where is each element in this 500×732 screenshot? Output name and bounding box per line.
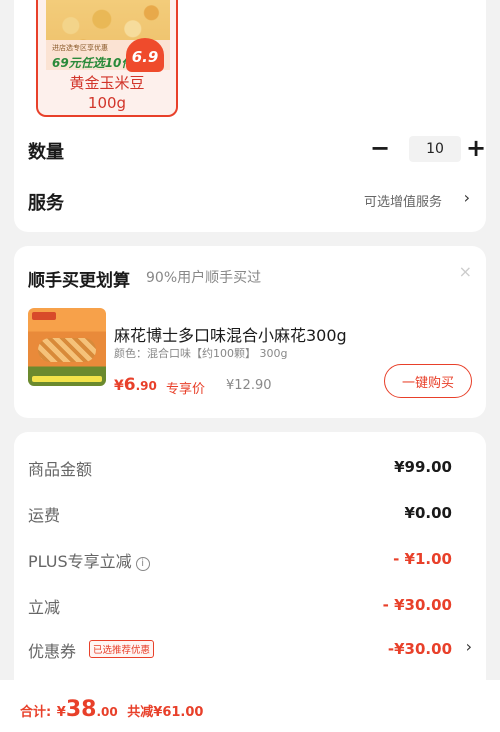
price-integer: 6 xyxy=(123,375,136,395)
recommend-price: ¥6.90 xyxy=(114,375,157,395)
total-saved: 共减¥61.00 xyxy=(127,705,204,720)
shipping-value: ¥0.00 xyxy=(404,504,452,522)
exclusive-price-tag: 专享价 xyxy=(166,382,206,397)
instant-discount-label: 立减 xyxy=(28,598,61,617)
promo-strip-shape xyxy=(32,376,102,382)
service-value[interactable]: 可选增值服务 xyxy=(364,191,442,210)
close-icon[interactable]: × xyxy=(459,262,472,281)
recommend-product-spec: 颜色：混合口味【约100颗】 300g xyxy=(114,347,288,360)
price-breakdown-card: 商品金额 ¥99.00 运费 ¥0.00 PLUS专享立减 i - ¥1.00 立… xyxy=(14,432,486,692)
recommend-product-image[interactable] xyxy=(28,308,106,386)
promo-price-badge: 6.9 xyxy=(126,38,164,72)
promo-deal-text: 69元任选10件 xyxy=(52,56,134,70)
subtotal-value: ¥99.00 xyxy=(394,458,452,476)
original-price: ¥12.90 xyxy=(226,378,272,393)
recommend-subtitle: 90%用户顺手买过 xyxy=(146,270,262,286)
promo-small-text: 进店选专区享优惠 xyxy=(52,44,108,52)
instant-discount-value: - ¥30.00 xyxy=(382,596,452,614)
shipping-label: 运费 xyxy=(28,506,61,525)
product-weight: 100g xyxy=(87,94,127,112)
product-thumbnail[interactable]: 进店选专区享优惠 69元任选10件 6.9 黄金玉米豆 100g xyxy=(36,0,178,117)
order-total: 合计: ¥38.00 共减¥61.00 xyxy=(20,697,203,722)
quantity-input[interactable] xyxy=(409,136,461,162)
product-name: 黄金玉米豆 xyxy=(69,74,145,92)
total-decimal: .00 xyxy=(96,705,118,719)
coupon-chevron-icon[interactable]: › xyxy=(466,637,472,656)
recommend-card: 顺手买更划算 90%用户顺手买过 × 麻花博士多口味混合小麻花300g 颜色：混… xyxy=(14,246,486,418)
service-label: 服务 xyxy=(28,193,64,214)
total-integer: 38 xyxy=(65,697,97,722)
total-label: 合计: xyxy=(20,705,52,720)
subtotal-label: 商品金额 xyxy=(28,460,93,479)
price-decimal: .90 xyxy=(135,379,157,393)
order-item-card: 进店选专区享优惠 69元任选10件 6.9 黄金玉米豆 100g 数量 − + … xyxy=(14,0,486,232)
quantity-increase-button[interactable]: + xyxy=(465,134,487,164)
bottom-total-bar: 合计: ¥38.00 共减¥61.00 xyxy=(0,680,500,732)
info-icon[interactable]: i xyxy=(135,557,150,571)
recommend-product-name[interactable]: 麻花博士多口味混合小麻花300g xyxy=(114,322,347,346)
plus-discount-label: PLUS专享立减 i xyxy=(28,548,150,572)
coupon-label[interactable]: 优惠券 xyxy=(28,638,76,662)
plus-discount-text: PLUS专享立减 xyxy=(28,552,132,571)
price-symbol: ¥ xyxy=(114,378,124,394)
quantity-decrease-button[interactable]: − xyxy=(369,134,391,164)
coupon-value[interactable]: -¥30.00 xyxy=(388,640,452,658)
snack-shape xyxy=(38,338,96,362)
one-click-buy-button[interactable]: 一键购买 xyxy=(384,364,472,398)
recommend-title: 顺手买更划算 xyxy=(28,271,130,291)
total-symbol: ¥ xyxy=(56,705,66,720)
brand-label-shape xyxy=(32,312,56,320)
plus-discount-value: - ¥1.00 xyxy=(393,550,452,568)
service-chevron-icon[interactable]: › xyxy=(464,188,470,207)
coupon-recommended-badge: 已选推荐优惠 xyxy=(89,640,155,658)
quantity-label: 数量 xyxy=(28,142,64,163)
